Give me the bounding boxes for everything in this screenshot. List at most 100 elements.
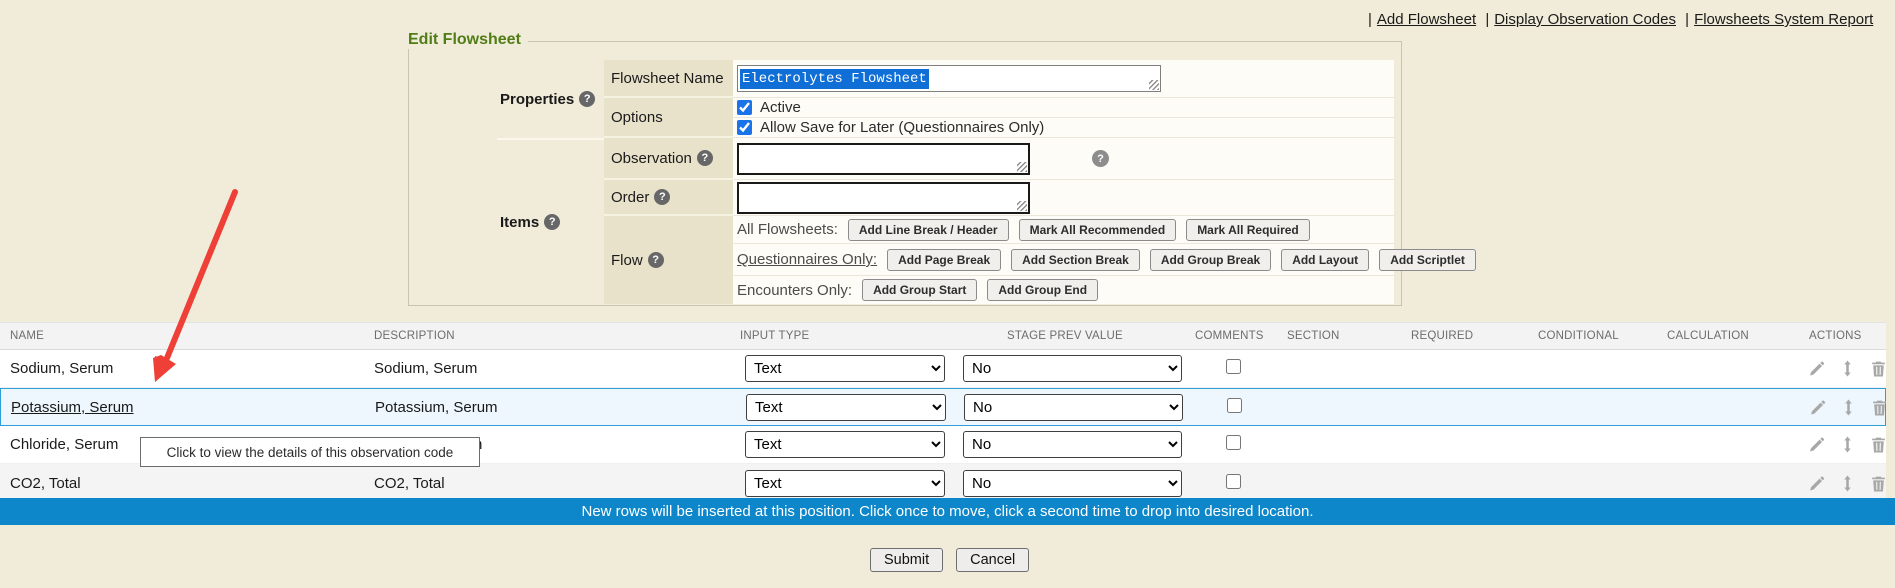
link-separator: | [1485, 11, 1489, 28]
cancel-button[interactable]: Cancel [956, 548, 1029, 572]
add-group-break-button[interactable]: Add Group Break [1150, 249, 1271, 271]
trash-icon[interactable] [1870, 360, 1887, 377]
flowsheets-system-report-link[interactable]: Flowsheets System Report [1694, 11, 1873, 28]
help-icon[interactable]: ? [544, 214, 560, 230]
stage-prev-value-select[interactable]: No [963, 355, 1182, 382]
move-vertical-icon[interactable] [1839, 360, 1856, 377]
observation-input[interactable] [737, 143, 1030, 175]
active-checkbox[interactable] [737, 100, 752, 115]
order-label: Order ? [604, 180, 733, 216]
column-header-description: DESCRIPTION [364, 330, 730, 342]
resize-grip-icon[interactable] [1149, 80, 1159, 90]
row-description: CO2, Total [364, 475, 730, 492]
mark-all-recommended-button[interactable]: Mark All Recommended [1019, 219, 1177, 241]
pencil-icon[interactable] [1809, 399, 1826, 416]
observation-label: Observation ? [604, 138, 733, 180]
properties-group-label: Properties ? [497, 60, 604, 138]
resize-grip-icon[interactable] [1017, 162, 1027, 172]
add-scriptlet-button[interactable]: Add Scriptlet [1379, 249, 1476, 271]
pencil-icon[interactable] [1808, 360, 1825, 377]
help-icon[interactable]: ? [648, 252, 664, 268]
link-separator: | [1685, 11, 1689, 28]
comments-checkbox[interactable] [1226, 474, 1241, 489]
row-name-link[interactable]: Potassium, Serum [1, 399, 365, 416]
table-row: CO2, Total CO2, Total Text No [0, 464, 1886, 502]
stage-prev-value-select[interactable]: No [963, 431, 1182, 458]
all-flowsheets-label: All Flowsheets: [737, 221, 838, 238]
stage-prev-value-select[interactable]: No [964, 394, 1183, 421]
stage-prev-value-select[interactable]: No [963, 470, 1182, 497]
row-name-link[interactable]: CO2, Total [0, 475, 364, 492]
display-observation-codes-link[interactable]: Display Observation Codes [1494, 11, 1676, 28]
row-description: Sodium, Serum [364, 360, 730, 377]
input-type-select[interactable]: Text [745, 431, 945, 458]
table-row: Sodium, Serum Sodium, Serum Text No [0, 350, 1886, 388]
help-icon[interactable]: ? [1092, 150, 1109, 167]
input-type-select[interactable]: Text [745, 355, 945, 382]
insert-position-bar[interactable]: New rows will be inserted at this positi… [0, 498, 1895, 525]
flow-all-flowsheets-row: All Flowsheets: Add Line Break / Header … [733, 216, 1394, 244]
order-input[interactable] [737, 182, 1030, 214]
flow-encounters-row: Encounters Only: Add Group Start Add Gro… [733, 276, 1394, 304]
row-actions [1788, 436, 1887, 453]
add-section-break-button[interactable]: Add Section Break [1011, 249, 1140, 271]
move-vertical-icon[interactable] [1839, 475, 1856, 492]
column-header-conditional: CONDITIONAL [1538, 330, 1659, 342]
option-allow-save-row: Allow Save for Later (Questionnaires Onl… [733, 118, 1394, 138]
order-cell [733, 180, 1394, 216]
help-icon[interactable]: ? [654, 189, 670, 205]
allow-save-for-later-checkbox[interactable] [737, 120, 752, 135]
help-icon[interactable]: ? [579, 91, 595, 107]
footer-buttons: Submit Cancel [870, 548, 1029, 572]
encounters-only-label: Encounters Only: [737, 282, 852, 299]
column-header-section: SECTION [1278, 330, 1403, 342]
table-header-row: NAME DESCRIPTION INPUT TYPE STAGE PREV V… [0, 322, 1886, 350]
flowsheet-name-textarea[interactable]: Electrolytes Flowsheet [737, 65, 1161, 92]
pencil-icon[interactable] [1808, 475, 1825, 492]
add-line-break-header-button[interactable]: Add Line Break / Header [848, 219, 1009, 241]
column-header-calculation: CALCULATION [1659, 330, 1788, 342]
observation-cell: ? [733, 138, 1394, 180]
comments-checkbox[interactable] [1226, 359, 1241, 374]
flowsheet-items-table: NAME DESCRIPTION INPUT TYPE STAGE PREV V… [0, 322, 1886, 502]
submit-button[interactable]: Submit [870, 548, 943, 572]
input-type-select[interactable]: Text [745, 470, 945, 497]
options-label: Options [604, 98, 733, 138]
comments-checkbox[interactable] [1226, 435, 1241, 450]
pencil-icon[interactable] [1808, 436, 1825, 453]
add-flowsheet-link[interactable]: Add Flowsheet [1377, 11, 1476, 28]
add-group-start-button[interactable]: Add Group Start [862, 279, 977, 301]
flowsheet-name-cell: Electrolytes Flowsheet [733, 60, 1394, 98]
move-vertical-icon[interactable] [1840, 399, 1857, 416]
mark-all-required-button[interactable]: Mark All Required [1186, 219, 1310, 241]
input-type-select[interactable]: Text [746, 394, 946, 421]
header-links: | Add Flowsheet | Display Observation Code… [1363, 11, 1873, 28]
trash-icon[interactable] [1870, 475, 1887, 492]
add-page-break-button[interactable]: Add Page Break [887, 249, 1001, 271]
add-group-end-button[interactable]: Add Group End [987, 279, 1098, 301]
add-layout-button[interactable]: Add Layout [1281, 249, 1369, 271]
allow-save-for-later-checkbox-label: Allow Save for Later (Questionnaires Onl… [760, 119, 1044, 136]
items-group-label: Items ? [497, 138, 604, 304]
edit-flowsheet-form: Properties ? Items ? Flowsheet Name Opti… [497, 60, 1394, 304]
observation-code-tooltip: Click to view the details of this observ… [140, 437, 480, 467]
column-header-actions: ACTIONS [1788, 330, 1886, 342]
row-actions [1788, 475, 1887, 492]
trash-icon[interactable] [1870, 436, 1887, 453]
active-checkbox-label: Active [760, 99, 801, 116]
column-header-required: REQUIRED [1403, 330, 1538, 342]
row-name-link[interactable]: Sodium, Serum [0, 360, 364, 377]
row-actions [1788, 360, 1887, 377]
table-row-highlighted: Potassium, Serum Potassium, Serum Text N… [0, 388, 1886, 426]
move-vertical-icon[interactable] [1839, 436, 1856, 453]
column-header-name: NAME [0, 330, 364, 342]
help-icon[interactable]: ? [697, 150, 713, 166]
column-header-comments: COMMENTS [1190, 330, 1278, 342]
row-description: Potassium, Serum [365, 399, 731, 416]
column-header-input-type: INPUT TYPE [730, 330, 963, 342]
row-actions [1789, 399, 1888, 416]
resize-grip-icon[interactable] [1017, 201, 1027, 211]
trash-icon[interactable] [1871, 399, 1888, 416]
comments-checkbox[interactable] [1227, 398, 1242, 413]
edit-flowsheet-title: Edit Flowsheet [407, 31, 528, 49]
